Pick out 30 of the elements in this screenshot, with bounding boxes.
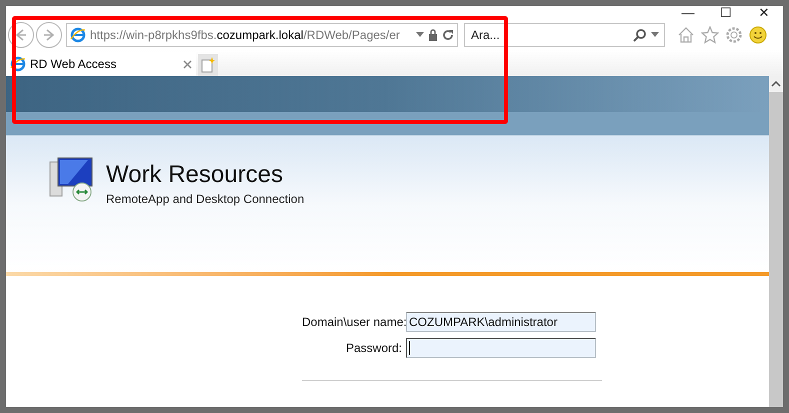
smiley-icon[interactable] bbox=[749, 26, 767, 44]
address-bar[interactable]: https://win-p8rpkhs9fbs.cozumpark.lokal/RDWeb/Pages/er bbox=[66, 23, 458, 47]
new-tab-button[interactable] bbox=[198, 54, 218, 76]
page-title: Work Resources bbox=[106, 160, 284, 190]
scrollbar[interactable] bbox=[769, 76, 783, 407]
search-field[interactable]: Ara... bbox=[464, 23, 665, 47]
settings-icon[interactable] bbox=[725, 26, 743, 44]
lock-icon bbox=[428, 29, 438, 41]
maximize-button[interactable]: ☐ bbox=[707, 6, 745, 20]
close-icon[interactable] bbox=[183, 60, 192, 68]
search-icon[interactable] bbox=[633, 28, 647, 42]
field-value: COZUMPARK\administrator bbox=[409, 314, 558, 331]
forward-button[interactable] bbox=[36, 22, 62, 48]
input-field[interactable] bbox=[406, 338, 596, 358]
close-button[interactable]: ✕ bbox=[745, 6, 783, 20]
page-subtitle: RemoteApp and Desktop Connection bbox=[106, 191, 304, 208]
dropdown-icon[interactable] bbox=[651, 32, 659, 38]
new-page-icon bbox=[201, 57, 215, 73]
browser-logo-icon bbox=[70, 27, 86, 43]
url-text: https://win-p8rpkhs9fbs.cozumpark.lokal/RDWeb/Pages/er bbox=[90, 27, 401, 44]
right-arrow-icon bbox=[41, 27, 57, 43]
left-arrow-icon bbox=[13, 27, 29, 43]
dropdown-icon bbox=[416, 32, 424, 38]
home-icon[interactable] bbox=[677, 26, 695, 44]
field-label: Password: bbox=[344, 340, 402, 357]
input-field[interactable]: COZUMPARK\administrator bbox=[406, 312, 596, 332]
minimize-button[interactable]: — bbox=[669, 6, 707, 20]
star-icon[interactable] bbox=[701, 26, 719, 44]
browser-logo-icon bbox=[10, 56, 26, 72]
refresh-icon[interactable] bbox=[442, 29, 454, 41]
